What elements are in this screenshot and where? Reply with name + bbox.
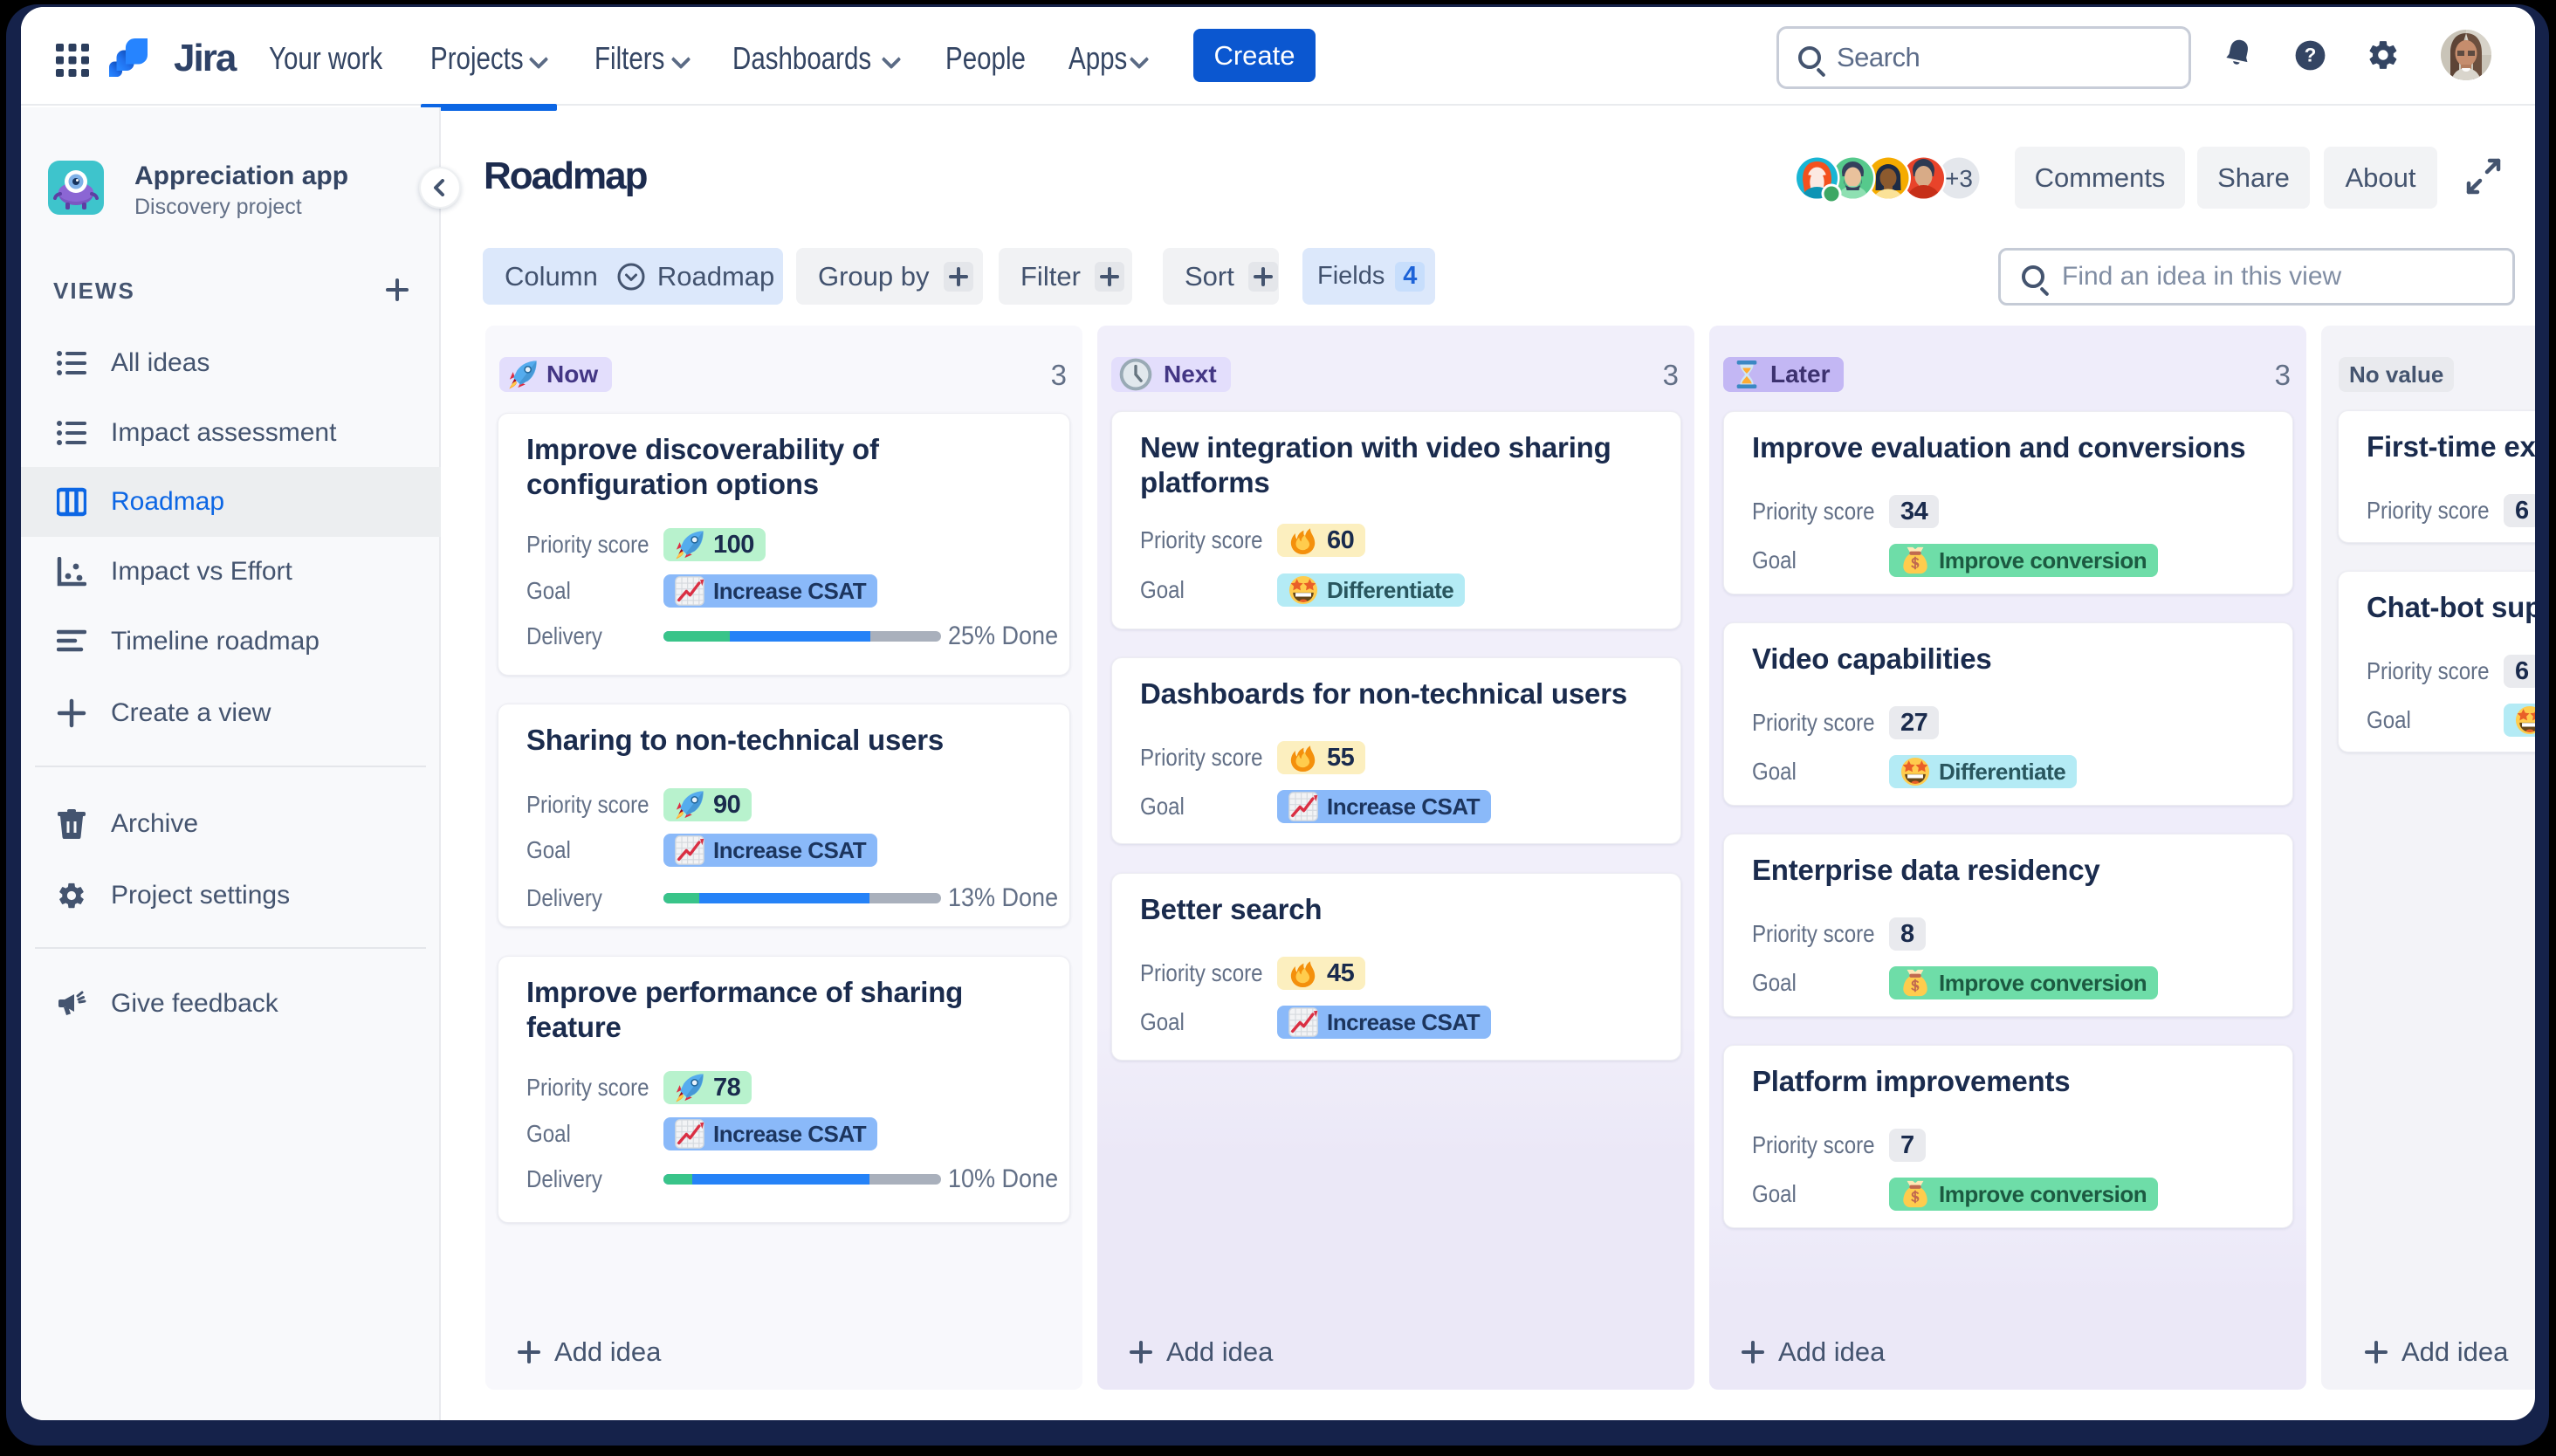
svg-text:?: ? <box>2305 45 2317 66</box>
svg-text:+3: +3 <box>1945 165 1973 192</box>
